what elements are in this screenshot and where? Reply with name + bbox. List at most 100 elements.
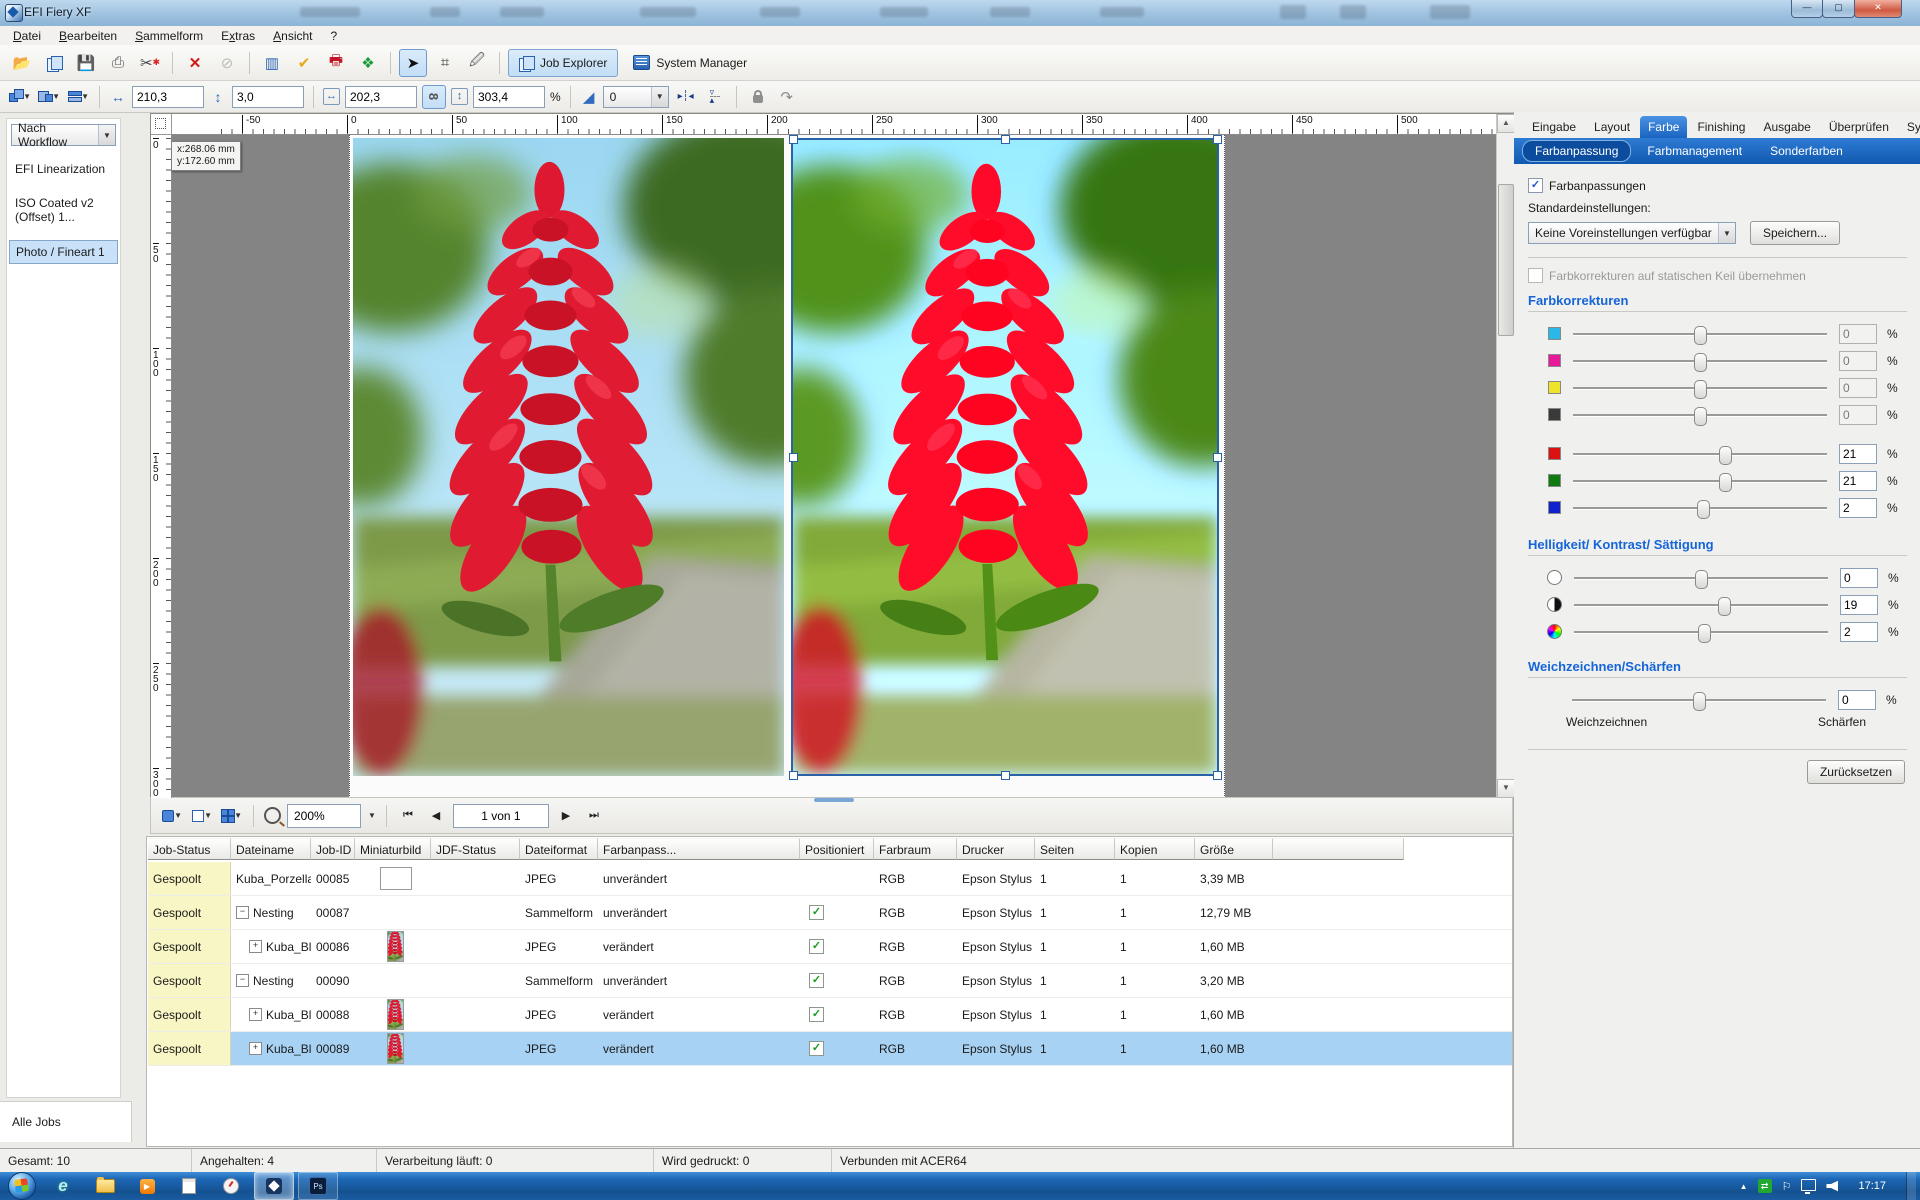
nesting-icon[interactable]: ❖ — [354, 49, 382, 77]
page-border-icon[interactable]: ▼ — [189, 804, 213, 828]
selection-handle[interactable] — [1001, 771, 1010, 780]
save-preset-button[interactable]: Speichern... — [1750, 221, 1840, 245]
verify-icon[interactable]: ✔ — [290, 49, 318, 77]
workflow-item-photo-fineart-1[interactable]: Photo / Fineart 1 — [9, 240, 118, 264]
static-wedge-checkbox[interactable]: ✓ — [1528, 268, 1543, 283]
subtab-sonderfarben[interactable]: Sonderfarben — [1758, 141, 1855, 161]
saturation-slider[interactable] — [1574, 623, 1828, 641]
redo-icon[interactable]: ↷ — [775, 85, 799, 109]
taskbar-explorer[interactable] — [86, 1173, 124, 1199]
contrast-value-field[interactable] — [1840, 595, 1878, 615]
color-adjust-checkbox[interactable]: ✓ — [1528, 178, 1543, 193]
blue-slider[interactable] — [1573, 499, 1827, 517]
last-page-icon[interactable]: ⏭ — [583, 809, 605, 822]
flip-vertical-icon[interactable]: ▿▴ — [703, 85, 727, 109]
collapse-icon[interactable]: − — [236, 906, 249, 919]
column-farbanpass[interactable]: Farbanpass... — [598, 838, 800, 860]
column-miniaturbild[interactable]: Miniaturbild — [355, 838, 431, 860]
job-explorer-button[interactable]: Job Explorer — [508, 49, 618, 77]
save-icon[interactable]: 💾 — [72, 49, 100, 77]
height-field[interactable] — [232, 86, 304, 108]
align-icon[interactable]: ▼ — [37, 85, 61, 109]
menu-item[interactable]: ? — [322, 27, 347, 45]
contrast-slider[interactable] — [1574, 596, 1828, 614]
red-slider-thumb[interactable] — [1719, 446, 1732, 465]
chart-icon[interactable]: ▥ — [258, 49, 286, 77]
fit-view-icon[interactable]: ▼ — [159, 804, 183, 828]
taskbar-notepad[interactable] — [170, 1173, 208, 1199]
scale-field[interactable] — [473, 86, 545, 108]
black-slider[interactable] — [1573, 406, 1827, 424]
canvas-content[interactable]: x:268.06 mm y:172.60 mm — [171, 134, 1497, 798]
selection-handle[interactable] — [1213, 453, 1222, 462]
cyan-slider-thumb[interactable] — [1694, 326, 1707, 345]
yellow-value-field[interactable] — [1839, 378, 1877, 398]
subtab-farbanpassung[interactable]: Farbanpassung — [1522, 140, 1631, 162]
ink-icon[interactable]: 🖶 — [322, 49, 350, 77]
black-value-field[interactable] — [1839, 405, 1877, 425]
column-positioniert[interactable]: Positioniert — [800, 838, 874, 860]
blue-value-field[interactable] — [1839, 498, 1877, 518]
pages-icon[interactable] — [40, 49, 68, 77]
sharpen-slider[interactable] — [1572, 691, 1826, 709]
positioned-checkbox[interactable]: ✓ — [809, 1007, 824, 1022]
positioned-checkbox[interactable]: ✓ — [809, 1041, 824, 1056]
selection-handle[interactable] — [1213, 771, 1222, 780]
workflow-selector[interactable]: Nach Workflow ▼ — [11, 124, 116, 146]
first-page-icon[interactable]: ⏮ — [397, 809, 419, 822]
magenta-slider-thumb[interactable] — [1694, 353, 1707, 372]
job-row[interactable]: Gespoolt Kuba_Porzellanros.. 00085 JPEG … — [148, 862, 1512, 896]
selection-handle[interactable] — [1213, 135, 1222, 144]
tile-view-icon[interactable]: ▼ — [219, 804, 243, 828]
black-slider-thumb[interactable] — [1694, 407, 1707, 426]
distribute-icon[interactable]: ▼ — [66, 85, 90, 109]
brightness-slider-thumb[interactable] — [1695, 570, 1708, 589]
alle-jobs-tab[interactable]: Alle Jobs — [0, 1101, 132, 1142]
hidden-icons-icon[interactable]: ▲ — [1740, 1182, 1748, 1191]
brightness-value-field[interactable] — [1840, 568, 1878, 588]
positioned-checkbox[interactable]: ✓ — [809, 905, 824, 920]
menu-extras[interactable]: Extras — [212, 27, 264, 45]
network-icon[interactable] — [1801, 1179, 1816, 1191]
print-icon[interactable]: ⎙ — [104, 49, 132, 77]
rotation-select[interactable]: 0 ▼ — [603, 86, 669, 108]
column-farbraum[interactable]: Farbraum — [874, 838, 957, 860]
close-button[interactable]: ✕ — [1854, 0, 1902, 18]
tab-eingabe[interactable]: Eingabe — [1524, 116, 1584, 138]
sharpen-slider-thumb[interactable] — [1693, 692, 1706, 711]
show-desktop-button[interactable] — [1906, 1172, 1916, 1200]
yellow-slider[interactable] — [1573, 379, 1827, 397]
column-gr-e[interactable]: Größe — [1195, 838, 1273, 860]
job-row[interactable]: Gespoolt +Kuba_Blume_ 00086 JPEG verände… — [148, 930, 1512, 964]
column-jdf-status[interactable]: JDF-Status — [431, 838, 520, 860]
brightness-slider[interactable] — [1574, 569, 1828, 587]
arrange-icon[interactable]: ▼ — [8, 85, 32, 109]
zoom-dropdown-icon[interactable]: ▼ — [368, 811, 376, 820]
reset-button[interactable]: Zurücksetzen — [1807, 760, 1905, 784]
scroll-up-icon[interactable]: ▲ — [1497, 114, 1515, 133]
column-job-status[interactable]: Job-Status — [148, 838, 231, 860]
minimize-button[interactable]: — — [1791, 0, 1823, 18]
job-row[interactable]: Gespoolt −Nesting 00090 Sammelform unver… — [148, 964, 1512, 998]
red-value-field[interactable] — [1839, 444, 1877, 464]
column-drucker[interactable]: Drucker — [957, 838, 1035, 860]
lock-icon[interactable] — [746, 85, 770, 109]
blue-slider-thumb[interactable] — [1697, 500, 1710, 519]
job-image-selected[interactable] — [791, 138, 1219, 776]
collapse-icon[interactable]: − — [236, 974, 249, 987]
maximize-button[interactable]: ▢ — [1822, 0, 1855, 18]
page-number-field[interactable] — [453, 804, 549, 828]
positioned-checkbox[interactable]: ✓ — [809, 939, 824, 954]
taskbar-clock[interactable]: 17:17 — [1858, 1180, 1886, 1192]
green-slider-thumb[interactable] — [1719, 473, 1732, 492]
tab-finishing[interactable]: Finishing — [1689, 116, 1753, 138]
crop-tool-icon[interactable]: ⌗ — [431, 49, 459, 77]
selection-handle[interactable] — [789, 771, 798, 780]
horizontal-scrollbar-thumb[interactable] — [814, 798, 854, 802]
green-slider[interactable] — [1573, 472, 1827, 490]
taskbar-fiery-xf[interactable] — [254, 1172, 294, 1200]
cyan-slider[interactable] — [1573, 325, 1827, 343]
start-button[interactable] — [4, 1173, 40, 1199]
action-center-icon[interactable]: ⚐ — [1782, 1180, 1792, 1193]
link-proportions-icon[interactable]: 8 — [422, 85, 446, 109]
